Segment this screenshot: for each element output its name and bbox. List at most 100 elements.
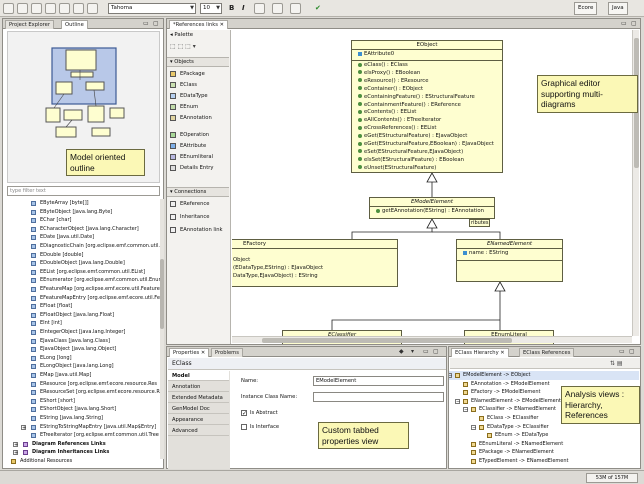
debug-icon[interactable] [59, 3, 70, 14]
search-icon[interactable] [73, 3, 84, 14]
properties-section-tab[interactable]: Extended Metadata [168, 393, 229, 403]
properties-section-tab[interactable]: Appearance [168, 415, 229, 425]
palette-drawer-objects[interactable]: ▾ Objects [167, 57, 229, 67]
expand-icon[interactable] [463, 459, 468, 464]
palette-item[interactable]: EAttribute [170, 141, 206, 152]
palette-item[interactable]: EAnnotation [170, 113, 212, 124]
outline-scroll-thumb[interactable] [160, 259, 164, 329]
class-eobject-operation[interactable]: eContainingFeature() : EStructuralFeatur… [352, 94, 502, 101]
palette-item[interactable]: EEnumliteral [170, 152, 213, 163]
palette-connection-item[interactable]: EReference [170, 199, 209, 210]
palette-connection-item[interactable]: EAnnotation link [170, 225, 223, 236]
expand-icon[interactable] [479, 433, 484, 438]
palette-item[interactable]: EPackage [170, 69, 205, 80]
tab-eclass-references[interactable]: EClass References [519, 348, 575, 357]
expand-icon[interactable]: − [463, 407, 468, 413]
link-label[interactable]: ributes [469, 219, 491, 227]
class-eobject-operation[interactable]: eSet(EStructuralFeature,EJavaObject) [352, 149, 502, 156]
expand-icon[interactable] [471, 416, 476, 421]
palette-item[interactable]: EEnum [170, 102, 198, 113]
font-name-combo[interactable]: Tahoma ▼ [108, 3, 196, 14]
expand-icon[interactable] [455, 382, 460, 387]
hierarchy-row[interactable]: ETypedElement -> ENamedElement [449, 457, 639, 466]
expand-icon[interactable]: − [455, 398, 460, 404]
class-eobject-operation[interactable]: eContainer() : EObject [352, 86, 502, 93]
view-menu-icon[interactable]: ▾ [411, 348, 414, 356]
class-eobject-operation[interactable]: eCrossReferences() : EEList [352, 125, 502, 132]
class-efactory-line[interactable]: Object [232, 257, 397, 264]
expand-icon[interactable]: + [21, 424, 26, 430]
run-icon[interactable] [45, 3, 56, 14]
outline-scrollbar[interactable] [160, 199, 164, 459]
minimize-icon[interactable]: ▭ [143, 20, 149, 28]
class-emodelelement[interactable]: EModelElement getEAnnotation(EString) : … [369, 197, 495, 219]
expand-icon[interactable]: − [471, 424, 476, 430]
canvas-hscrollbar[interactable] [232, 336, 632, 343]
maximize-icon[interactable]: ▢ [631, 20, 637, 28]
class-eobject-operation[interactable]: eUnset(EStructuralFeature) [352, 165, 502, 172]
maximize-icon[interactable]: ▢ [629, 348, 635, 356]
properties-section-tab[interactable]: Annotation [168, 382, 229, 392]
palette-item[interactable]: EDataType [170, 91, 208, 102]
palette-drawer-connections[interactable]: ▾ Connections [167, 187, 229, 197]
heap-status[interactable]: 53M of 157M [586, 473, 638, 483]
fill-color-icon[interactable] [272, 3, 283, 14]
class-eobject-operation[interactable]: eClass() : EClass [352, 62, 502, 69]
palette-connection-item[interactable]: Inheritance [170, 212, 209, 223]
palette-item[interactable]: EClass [170, 80, 197, 91]
palette-item[interactable]: Details Entry [170, 163, 213, 174]
save-icon[interactable] [17, 3, 28, 14]
class-emodelelement-operation[interactable]: getEAnnotation(EString) : EAnnotation [370, 208, 494, 215]
name-field[interactable]: EModelElement [313, 376, 444, 386]
expand-icon[interactable] [463, 450, 468, 455]
class-efactory-line[interactable]: DataType,EJavaObject) : EString [232, 273, 397, 280]
expand-icon[interactable]: + [13, 441, 18, 447]
properties-section-tab[interactable]: Model [168, 371, 229, 381]
palette-tools[interactable]: ⬚ ⬚ ⬚ ▾ [170, 43, 196, 51]
instance-class-field[interactable] [313, 392, 444, 402]
class-eobject-attribute[interactable]: EAttribute0 [352, 51, 502, 58]
tab-outline[interactable]: Outline [61, 20, 88, 29]
tab-eclass-hierarchy[interactable]: EClass Hierarchy ✕ [451, 348, 509, 357]
expand-icon[interactable]: + [13, 450, 18, 456]
class-eobject-operation[interactable]: eIsSet(EStructuralFeature) : EBoolean [352, 157, 502, 164]
minimize-icon[interactable]: ▭ [423, 348, 429, 356]
java-perspective-button[interactable]: Java [608, 2, 628, 15]
font-size-combo[interactable]: 10 ▼ [200, 3, 222, 14]
is-interface-checkbox[interactable] [241, 424, 247, 430]
filter-input[interactable]: type filter text [7, 186, 160, 196]
class-efactory-line[interactable]: (EDataType,EString) : EJavaObject [232, 265, 397, 272]
tab-problems[interactable]: Problems [211, 348, 243, 357]
class-eobject-operation[interactable]: eContents() : EEList [352, 109, 502, 116]
checkmark-icon[interactable]: ✔ [315, 3, 321, 13]
class-eobject-operation[interactable]: eAllContents() : ETreeIterator [352, 117, 502, 124]
class-eobject-operation[interactable]: eResource() : EResource [352, 78, 502, 85]
is-abstract-checkbox[interactable]: ✓ [241, 410, 247, 417]
line-color-icon[interactable] [290, 3, 301, 14]
hierarchy-tools-icon[interactable]: ⇅ ▤ [610, 359, 623, 368]
canvas-hscroll-thumb[interactable] [262, 338, 512, 343]
class-eobject-operation[interactable]: eIsProxy() : EBoolean [352, 70, 502, 77]
properties-section-tab[interactable]: GenModel Doc [168, 404, 229, 414]
minimize-icon[interactable]: ▭ [619, 348, 625, 356]
print-icon[interactable] [31, 3, 42, 14]
class-efactory[interactable]: EFactory Object (EDataType,EString) : EJ… [232, 239, 398, 287]
expand-icon[interactable]: − [449, 373, 452, 379]
class-eobject-operation[interactable]: eGet(EStructuralFeature) : EJavaObject [352, 133, 502, 140]
class-eobject[interactable]: EObject EAttribute0 eClass() : EClass eIs… [351, 40, 503, 173]
class-enamedelement[interactable]: ENamedElement name : EString [456, 239, 563, 282]
maximize-icon[interactable]: ▢ [153, 20, 159, 28]
bold-button[interactable]: B [229, 3, 234, 13]
expand-icon[interactable] [463, 442, 468, 447]
palette-item[interactable]: EOperation [170, 130, 209, 141]
italic-button[interactable]: I [242, 3, 245, 13]
pin-icon[interactable]: ◆ [399, 348, 404, 356]
ecore-perspective-button[interactable]: Ecore [574, 2, 598, 15]
tab-references-links[interactable]: *References links ✕ [169, 20, 228, 29]
class-enamedelement-attribute[interactable]: name : EString [457, 250, 562, 257]
minimize-icon[interactable]: ▭ [621, 20, 627, 28]
expand-icon[interactable] [455, 390, 460, 395]
class-eobject-operation[interactable]: eGet(EStructuralFeature,EBoolean) : EJav… [352, 141, 502, 148]
font-color-icon[interactable] [254, 3, 265, 14]
maximize-icon[interactable]: ▢ [433, 348, 439, 356]
